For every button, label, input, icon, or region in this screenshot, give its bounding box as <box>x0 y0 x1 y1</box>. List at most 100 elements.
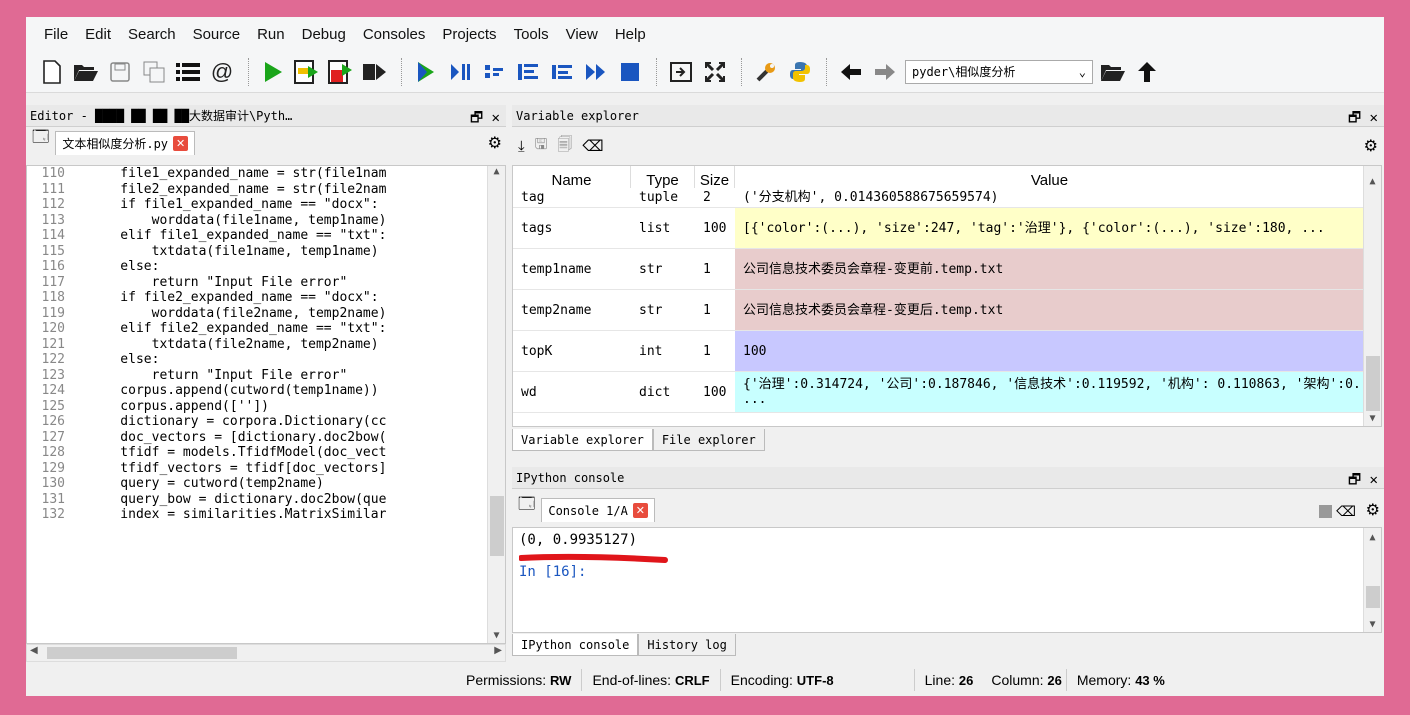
step-return-icon[interactable] <box>514 57 542 87</box>
menu-help[interactable]: Help <box>607 26 655 43</box>
editor-pane-title: Editor - ████ ██ ██ ██大数据审计\Pyth… <box>30 109 293 123</box>
line-number: 110 <box>41 166 65 181</box>
code-text: elif file1_expanded_name == "txt": <box>89 228 387 243</box>
menu-debug[interactable]: Debug <box>294 26 355 43</box>
gear-icon[interactable]: ⚙ <box>488 133 502 153</box>
parent-dir-arrow-icon[interactable] <box>1133 57 1161 87</box>
scroll-right-icon[interactable]: ▶ <box>494 645 502 656</box>
open-folder-icon[interactable] <box>72 57 100 87</box>
code-text: corpus.append(cutword(temp1name)) <box>89 383 379 398</box>
stop-icon[interactable] <box>616 57 644 87</box>
at-icon[interactable]: @ <box>208 57 236 87</box>
maximize-pane-icon[interactable] <box>667 57 695 87</box>
back-arrow-icon[interactable] <box>837 57 865 87</box>
menu-source[interactable]: Source <box>185 26 250 43</box>
code-line: 123 return "Input File error" <box>27 368 505 384</box>
gear-icon[interactable]: ⚙ <box>1366 500 1380 520</box>
ipython-console-header: IPython console 🗗 ✕ <box>512 467 1384 489</box>
menu-file[interactable]: File <box>36 26 77 43</box>
browse-tabs-icon[interactable]: 🗔 <box>518 493 535 520</box>
gear-icon[interactable]: ⚙ <box>1364 136 1378 156</box>
menu-view[interactable]: View <box>558 26 607 43</box>
menu-projects[interactable]: Projects <box>434 26 505 43</box>
scroll-down-icon[interactable]: ▼ <box>1364 413 1381 424</box>
close-tab-icon[interactable]: ✕ <box>173 136 189 151</box>
scroll-down-icon[interactable]: ▼ <box>488 630 505 641</box>
menu-edit[interactable]: Edit <box>77 26 120 43</box>
scroll-down-icon[interactable]: ▼ <box>1364 619 1381 630</box>
browse-folder-icon[interactable] <box>1099 57 1127 87</box>
editor-vertical-scrollbar[interactable]: ▲ ▼ <box>487 166 505 643</box>
run-icon[interactable] <box>259 57 287 87</box>
run-cell-icon[interactable] <box>293 57 321 87</box>
variable-row[interactable]: topK int 1 100 <box>513 331 1365 372</box>
scroll-thumb[interactable] <box>490 496 504 556</box>
menu-tools[interactable]: Tools <box>506 26 558 43</box>
variable-size-cell: 1 <box>703 261 711 277</box>
variable-row[interactable]: temp2name str 1 公司信息技术委员会章程-变更后.temp.txt <box>513 290 1365 331</box>
save-all-icon[interactable] <box>140 57 168 87</box>
step-icon[interactable] <box>446 57 474 87</box>
step-out-icon[interactable] <box>548 57 576 87</box>
working-directory-combobox[interactable]: pyder\相似度分析 ⌄ <box>905 59 1093 84</box>
list-icon[interactable] <box>174 57 202 87</box>
variable-name-cell: temp1name <box>521 261 592 277</box>
python-icon[interactable] <box>786 57 814 87</box>
menu-run[interactable]: Run <box>249 26 294 43</box>
variable-vertical-scrollbar[interactable]: ▲ ▼ <box>1363 166 1381 426</box>
variable-value-cell: 公司信息技术委员会章程-变更前.temp.txt <box>735 249 1365 289</box>
variable-row[interactable]: tag tuple 2 ('分支机构', 0.014360588675659574) <box>513 188 1365 208</box>
code-text: txtdata(file2name, temp2name) <box>89 336 379 352</box>
code-line: 121 txtdata(file2name, temp2name) <box>27 337 505 353</box>
undock-close-icon[interactable]: 🗗 ✕ <box>1348 107 1378 131</box>
browse-tabs-icon[interactable]: 🗔 <box>32 126 49 153</box>
scroll-up-icon[interactable]: ▲ <box>1364 176 1381 187</box>
fullscreen-icon[interactable] <box>701 57 729 87</box>
save-data-icon[interactable]: 🖫 <box>535 134 548 159</box>
hscroll-thumb[interactable] <box>47 647 237 659</box>
scroll-up-icon[interactable]: ▲ <box>1364 532 1381 543</box>
tab-file-explorer[interactable]: File explorer <box>652 429 765 451</box>
stop-kernel-icon[interactable] <box>1319 505 1332 518</box>
save-icon[interactable] <box>106 57 134 87</box>
editor-tab[interactable]: 文本相似度分析.py ✕ <box>55 131 196 155</box>
import-data-icon[interactable]: ⤓ <box>518 138 525 155</box>
code-line: 113 worddata(file1name, temp1name) <box>27 213 505 229</box>
code-text: file2_expanded_name = str(file2nam <box>89 181 387 197</box>
close-tab-icon[interactable]: ✕ <box>632 503 648 518</box>
undock-close-icon[interactable]: 🗗 ✕ <box>470 107 500 131</box>
variable-value-cell: [{'color':(...), 'size':247, 'tag':'治理'}… <box>735 208 1365 248</box>
code-editor[interactable]: 110 file1_expanded_name = str(file1nam 11… <box>26 165 506 644</box>
editor-horizontal-scrollbar[interactable]: ◀ ▶ <box>26 644 506 662</box>
variable-row[interactable]: wd dict 100 {'治理':0.314724, '公司':0.187846, … <box>513 372 1365 413</box>
tab-history-log[interactable]: History log <box>638 634 736 656</box>
run-cell-advance-icon[interactable] <box>327 57 355 87</box>
console-output[interactable]: (0, 0.9935127) In [16]: ▲ ▼ <box>512 527 1382 633</box>
eraser-icon[interactable]: ⌫ <box>1336 503 1356 520</box>
console-tab[interactable]: Console 1/A ✕ <box>541 498 655 522</box>
menu-consoles[interactable]: Consoles <box>355 26 435 43</box>
undock-close-icon[interactable]: 🗗 ✕ <box>1348 469 1378 493</box>
step-into-icon[interactable] <box>480 57 508 87</box>
variable-type-cell: str <box>639 302 663 318</box>
code-line: 110 file1_expanded_name = str(file1nam <box>27 166 505 182</box>
console-vertical-scrollbar[interactable]: ▲ ▼ <box>1363 528 1381 632</box>
wrench-icon[interactable] <box>752 57 780 87</box>
variable-row[interactable]: tags list 100 [{'color':(...), 'size':247, … <box>513 208 1365 249</box>
save-data-as-icon[interactable]: 🗐 <box>557 134 572 159</box>
eraser-icon[interactable]: ⌫ <box>582 137 603 155</box>
variable-name-cell: topK <box>521 343 553 359</box>
debug-icon[interactable] <box>412 57 440 87</box>
tab-ipython-console[interactable]: IPython console <box>512 634 639 656</box>
scroll-left-icon[interactable]: ◀ <box>30 645 38 656</box>
tab-variable-explorer[interactable]: Variable explorer <box>512 429 653 451</box>
scroll-thumb[interactable] <box>1366 356 1380 411</box>
scroll-thumb[interactable] <box>1366 586 1380 608</box>
variable-row[interactable]: temp1name str 1 公司信息技术委员会章程-变更前.temp.txt <box>513 249 1365 290</box>
run-selection-icon[interactable] <box>361 57 389 87</box>
menu-search[interactable]: Search <box>120 26 185 43</box>
new-file-icon[interactable] <box>38 57 66 87</box>
forward-arrow-icon[interactable] <box>871 57 899 87</box>
continue-icon[interactable] <box>582 57 610 87</box>
scroll-up-icon[interactable]: ▲ <box>488 166 505 177</box>
